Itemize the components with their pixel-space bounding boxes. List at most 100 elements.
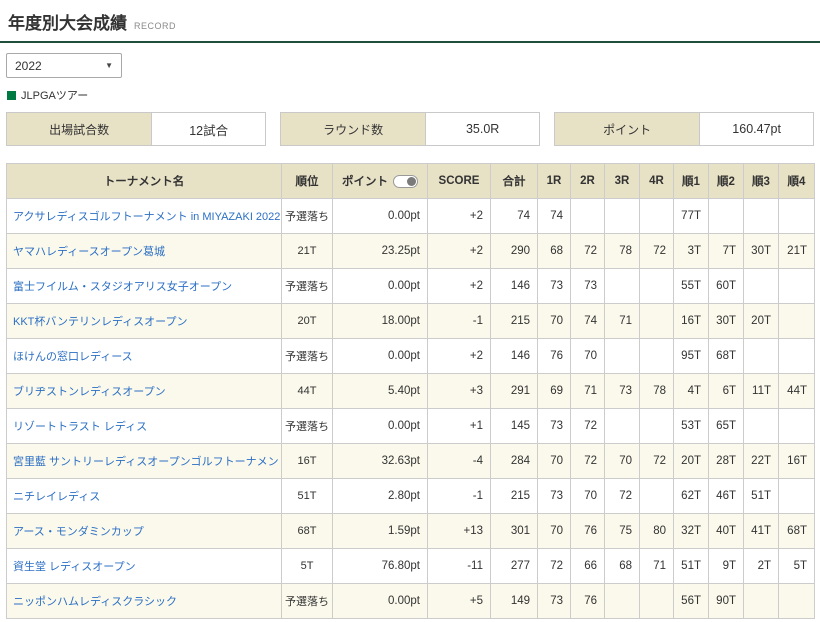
cell-points: 0.00pt [333, 584, 428, 619]
cell-p1: 32T [674, 514, 709, 549]
tournament-name-cell: ヤマハレディースオープン葛城 [7, 234, 282, 269]
tournament-link[interactable]: 資生堂 レディスオープン [13, 561, 136, 573]
cell-rank: 予選落ち [282, 584, 333, 619]
cell-r1: 72 [538, 549, 571, 584]
cell-points: 32.63pt [333, 444, 428, 479]
cell-r4 [640, 199, 674, 234]
tournament-name-cell: KKT杯バンテリンレディスオープン [7, 304, 282, 339]
cell-points: 0.00pt [333, 409, 428, 444]
tournament-name-cell: ニッポンハムレディスクラシック [7, 584, 282, 619]
tournament-link[interactable]: ヤマハレディースオープン葛城 [13, 246, 165, 258]
cell-p2: 6T [709, 374, 744, 409]
results-table-body: アクサレディスゴルフトーナメント in MIYAZAKI 2022予選落ち0.0… [7, 199, 815, 619]
cell-r4 [640, 479, 674, 514]
tournament-link[interactable]: ほけんの窓口レディース [13, 351, 133, 363]
cell-r2: 76 [571, 584, 605, 619]
cell-total: 290 [491, 234, 538, 269]
cell-r1: 74 [538, 199, 571, 234]
cell-p3 [744, 339, 779, 374]
cell-r1: 73 [538, 269, 571, 304]
table-row: アース・モンダミンカップ68T1.59pt+133017076758032T40… [7, 514, 815, 549]
cell-r3: 70 [605, 444, 640, 479]
tournament-link[interactable]: 富士フイルム・スタジオアリス女子オープン [13, 281, 232, 293]
cell-rank: 16T [282, 444, 333, 479]
cell-r3 [605, 269, 640, 304]
tournament-name-cell: 宮里藍 サントリーレディスオープンゴルフトーナメント [7, 444, 282, 479]
cell-r4: 71 [640, 549, 674, 584]
cell-r2: 72 [571, 234, 605, 269]
summary-rounds: ラウンド数 35.0R [280, 112, 540, 146]
cell-total: 145 [491, 409, 538, 444]
cell-score: -1 [428, 479, 491, 514]
header-rank2: 順2 [709, 164, 744, 199]
cell-p4 [779, 199, 815, 234]
header-tournament-name: トーナメント名 [7, 164, 282, 199]
header-points: ポイント [333, 164, 428, 199]
tournament-link[interactable]: ニチレイレディス [13, 491, 100, 503]
cell-p3 [744, 584, 779, 619]
cell-p2: 60T [709, 269, 744, 304]
cell-rank: 予選落ち [282, 409, 333, 444]
cell-score: +5 [428, 584, 491, 619]
cell-r1: 73 [538, 409, 571, 444]
tournament-link[interactable]: KKT杯バンテリンレディスオープン [13, 316, 188, 328]
cell-p2: 90T [709, 584, 744, 619]
cell-p3: 11T [744, 374, 779, 409]
cell-r4 [640, 269, 674, 304]
cell-points: 1.59pt [333, 514, 428, 549]
tournament-link[interactable]: アース・モンダミンカップ [13, 526, 144, 538]
cell-r2: 70 [571, 479, 605, 514]
cell-p1: 20T [674, 444, 709, 479]
tournament-name-cell: ニチレイレディス [7, 479, 282, 514]
header-total: 合計 [491, 164, 538, 199]
table-row: アクサレディスゴルフトーナメント in MIYAZAKI 2022予選落ち0.0… [7, 199, 815, 234]
cell-p3: 51T [744, 479, 779, 514]
tournament-name-cell: ほけんの窓口レディース [7, 339, 282, 374]
cell-score: +2 [428, 234, 491, 269]
cell-r3 [605, 199, 640, 234]
cell-rank: 51T [282, 479, 333, 514]
header-rank3: 順3 [744, 164, 779, 199]
table-row: ヤマハレディースオープン葛城21T23.25pt+2290687278723T7… [7, 234, 815, 269]
year-select[interactable]: 2022 ▼ [6, 53, 122, 78]
summary-points-label: ポイント [555, 113, 699, 145]
cell-p4: 21T [779, 234, 815, 269]
cell-p1: 77T [674, 199, 709, 234]
tournament-link[interactable]: ニッポンハムレディスクラシック [13, 596, 177, 608]
page-title: 年度別大会成績 [8, 9, 127, 34]
tour-legend-label: JLPGAツアー [21, 87, 88, 103]
cell-p1: 4T [674, 374, 709, 409]
cell-r1: 68 [538, 234, 571, 269]
page-header: 年度別大会成績 RECORD [0, 0, 820, 43]
cell-score: +2 [428, 339, 491, 374]
cell-p4 [779, 584, 815, 619]
cell-r3: 73 [605, 374, 640, 409]
cell-r2: 66 [571, 549, 605, 584]
points-toggle-knob-icon [407, 177, 416, 186]
cell-p4: 68T [779, 514, 815, 549]
cell-p4 [779, 269, 815, 304]
tournament-link[interactable]: 宮里藍 サントリーレディスオープンゴルフトーナメント [13, 456, 282, 468]
tournament-link[interactable]: ブリヂストンレディスオープン [13, 386, 166, 398]
cell-p1: 51T [674, 549, 709, 584]
tour-legend: JLPGAツアー [7, 87, 820, 103]
table-row: 宮里藍 サントリーレディスオープンゴルフトーナメント16T32.63pt-428… [7, 444, 815, 479]
cell-r4: 78 [640, 374, 674, 409]
header-rank1: 順1 [674, 164, 709, 199]
table-row: ニチレイレディス51T2.80pt-121573707262T46T51T [7, 479, 815, 514]
header-round2: 2R [571, 164, 605, 199]
cell-p4 [779, 409, 815, 444]
cell-score: +2 [428, 199, 491, 234]
summary-events-value: 12試合 [151, 113, 265, 145]
cell-r3: 71 [605, 304, 640, 339]
cell-total: 215 [491, 479, 538, 514]
points-toggle[interactable] [393, 175, 418, 188]
cell-p4: 5T [779, 549, 815, 584]
cell-r3: 75 [605, 514, 640, 549]
tournament-link[interactable]: アクサレディスゴルフトーナメント in MIYAZAKI 2022 [13, 211, 280, 223]
tournament-link[interactable]: リゾートトラスト レディス [13, 421, 147, 433]
header-round1: 1R [538, 164, 571, 199]
summary-bar: 出場試合数 12試合 ラウンド数 35.0R ポイント 160.47pt [6, 112, 814, 146]
cell-total: 301 [491, 514, 538, 549]
cell-p2: 7T [709, 234, 744, 269]
